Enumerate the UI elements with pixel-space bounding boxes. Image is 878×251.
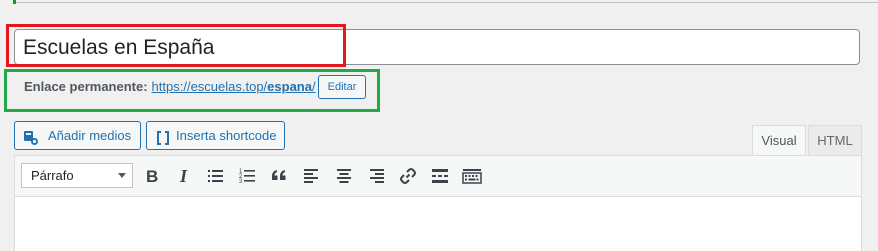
- insert-shortcode-label: Inserta shortcode: [176, 128, 277, 143]
- italic-icon[interactable]: I: [174, 166, 194, 186]
- add-media-button[interactable]: Añadir medios: [14, 121, 141, 150]
- bold-icon[interactable]: B: [142, 166, 162, 186]
- title-highlight-box: [6, 24, 346, 67]
- bullet-list-icon[interactable]: [206, 166, 226, 186]
- shortcode-icon: [155, 128, 171, 145]
- format-select[interactable]: Párrafo: [21, 163, 133, 188]
- permalink-highlight-box: [4, 69, 380, 112]
- align-center-icon[interactable]: [334, 166, 354, 186]
- tab-visual[interactable]: Visual: [752, 125, 806, 156]
- format-select-value: Párrafo: [31, 168, 74, 183]
- link-icon[interactable]: [398, 166, 418, 186]
- toolbar-toggle-icon[interactable]: [462, 166, 482, 186]
- editor-toolbar: Párrafo B I 1 2 3: [15, 156, 861, 197]
- blockquote-icon[interactable]: [270, 166, 290, 186]
- tab-html[interactable]: HTML: [808, 125, 862, 156]
- read-more-icon[interactable]: [430, 166, 450, 186]
- top-accent: [0, 0, 878, 4]
- svg-text:B: B: [146, 167, 158, 186]
- svg-text:I: I: [179, 166, 188, 186]
- chevron-down-icon: [118, 173, 126, 178]
- divider: [16, 2, 878, 3]
- media-icon: [23, 128, 39, 145]
- align-right-icon[interactable]: [366, 166, 386, 186]
- align-left-icon[interactable]: [302, 166, 322, 186]
- add-media-label: Añadir medios: [48, 128, 132, 143]
- content-editor[interactable]: Párrafo B I 1 2 3: [14, 155, 862, 251]
- svg-text:3: 3: [239, 179, 243, 185]
- insert-shortcode-button[interactable]: Inserta shortcode: [146, 121, 285, 150]
- numbered-list-icon[interactable]: 1 2 3: [238, 166, 258, 186]
